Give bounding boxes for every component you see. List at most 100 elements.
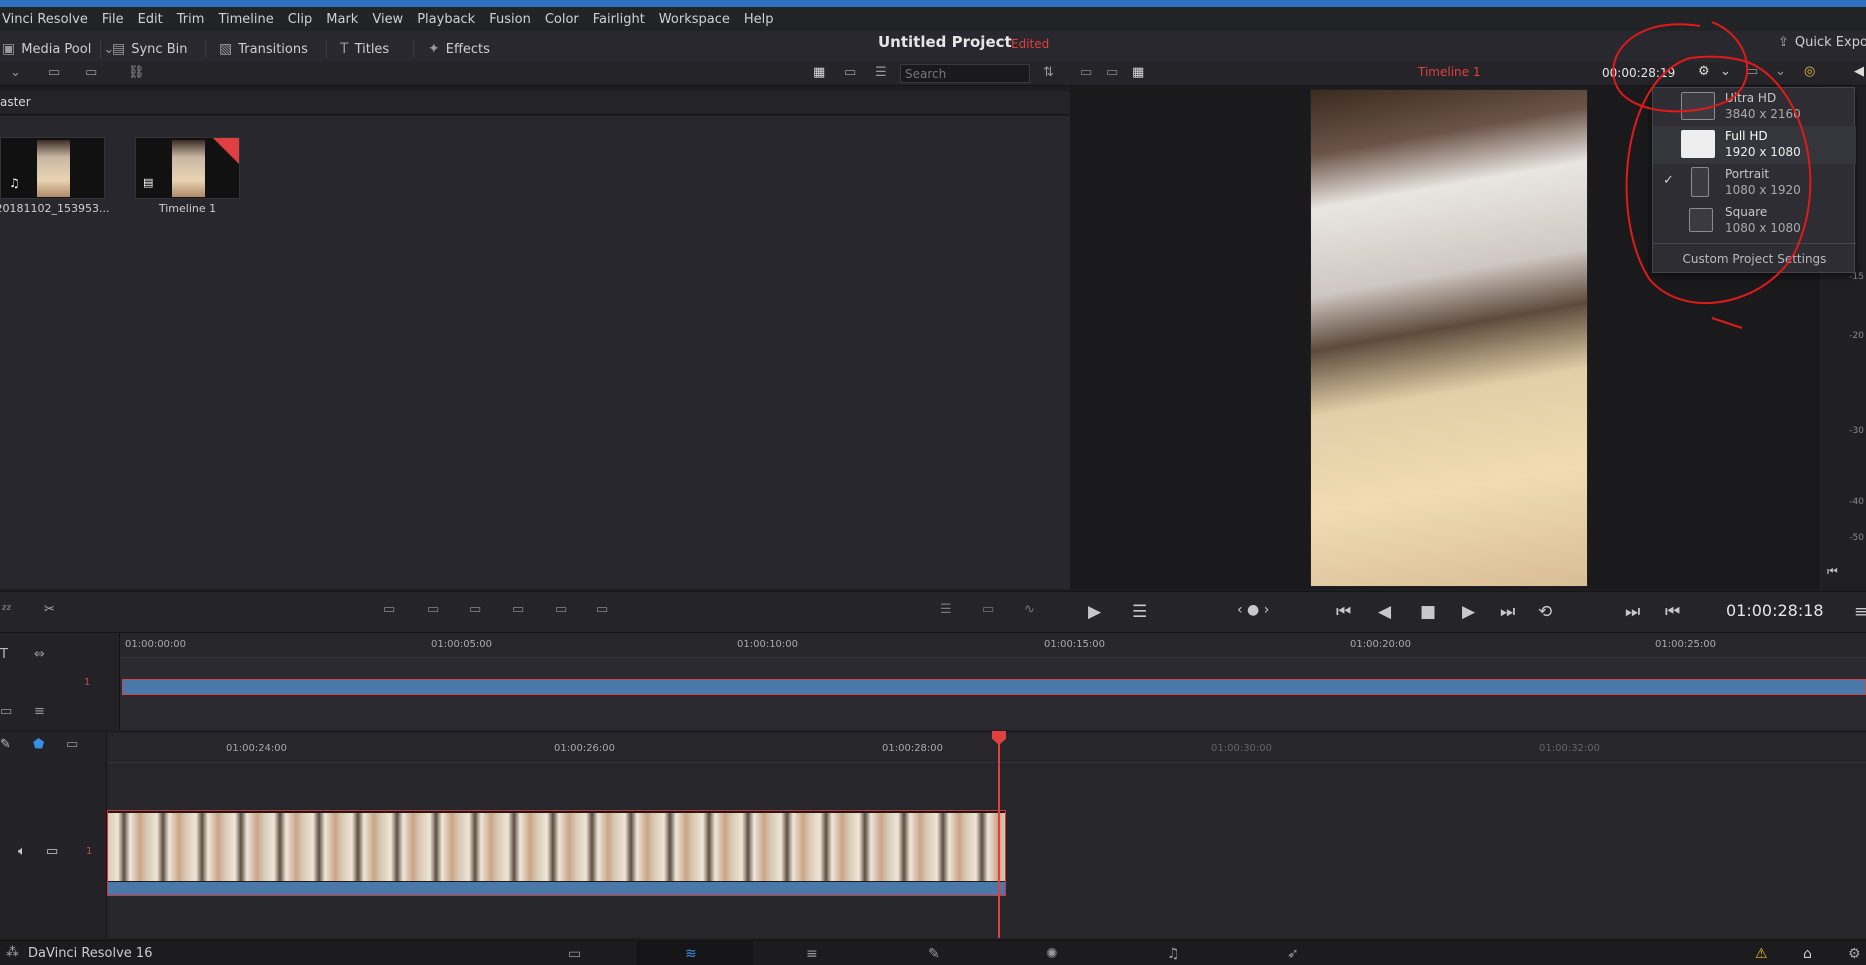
clip-icon[interactable]: ▭ [0, 704, 12, 719]
menu-workspace[interactable]: Workspace [659, 12, 730, 27]
stop-icon[interactable]: ■ [1420, 602, 1436, 622]
new-timeline-icon[interactable]: ▭ [85, 65, 97, 80]
jog-control-icon[interactable]: ‹ ● › [1237, 602, 1269, 618]
viewer-mode-icon[interactable]: ▦ [1132, 65, 1144, 80]
skip-to-start-icon[interactable]: ⏮ [1336, 602, 1351, 622]
timeline-thumbnail[interactable]: ▤ [135, 137, 240, 199]
append-icon[interactable]: ▭ [555, 602, 567, 617]
menu-icon[interactable]: ≡ [1854, 602, 1866, 622]
ruler-label: 01:00:26:00 [554, 743, 616, 754]
menu-color[interactable]: Color [545, 12, 579, 27]
skip-to-end-icon[interactable]: ⏭ [1500, 602, 1515, 622]
lower-timeline-ruler[interactable]: 01:00:24:00 01:00:26:00 01:00:28:00 01:0… [107, 733, 1866, 763]
scissors-icon[interactable]: ✂ [44, 602, 55, 617]
place-on-top-icon[interactable]: ▭ [512, 602, 524, 617]
warning-icon[interactable]: ⚠ [1755, 946, 1768, 962]
color-icon[interactable]: ◎ [1804, 64, 1815, 79]
monitor-icon[interactable]: ▭ [1746, 64, 1758, 79]
gear-icon[interactable]: ⚙ [1848, 946, 1861, 962]
edit-toolbar: ᶻᶻ ✂ ▭ ▭ ▭ ▭ ▭ ▭ ☰ ▭ ∿ [0, 591, 1070, 633]
resolution-option-square[interactable]: Square 1080 x 1080 [1653, 202, 1856, 240]
chevron-down-icon[interactable]: ⌄ [10, 65, 21, 80]
menu-file[interactable]: File [102, 12, 124, 27]
menu-fairlight[interactable]: Fairlight [593, 12, 645, 27]
previous-edit-icon[interactable]: ⏮ [1665, 602, 1680, 622]
speaker-icon[interactable]: ◀ [1854, 64, 1864, 79]
play-mode-icon[interactable]: ▶ [1088, 602, 1101, 622]
fairlight-page-icon[interactable]: ♫ [1167, 946, 1180, 962]
video-clip[interactable] [107, 810, 1006, 896]
color-page-icon[interactable]: ✺ [1046, 946, 1058, 962]
grid-view-icon[interactable]: ▦ [813, 65, 825, 80]
menu-trim[interactable]: Trim [177, 12, 205, 27]
resolution-icon[interactable]: ⚙ [1698, 64, 1710, 79]
lines-icon[interactable]: ≡ [34, 704, 45, 719]
menu-bar: Vinci Resolve File Edit Trim Timeline Cl… [0, 7, 1866, 31]
fusion-page-icon[interactable]: ✎ [928, 946, 940, 962]
text-tool-icon[interactable]: T [0, 647, 8, 662]
menu-help[interactable]: Help [744, 12, 774, 27]
zoom-icon[interactable]: ▭ [66, 737, 78, 752]
home-icon[interactable]: ⌂ [1803, 946, 1812, 962]
menu-playback[interactable]: Playback [417, 12, 475, 27]
menu-clip[interactable]: Clip [288, 12, 313, 27]
chevron-down-icon[interactable]: ⌄ [1775, 64, 1786, 79]
quick-export-button[interactable]: ⇪ Quick Expo [1778, 35, 1866, 50]
insert-icon[interactable]: ▭ [383, 602, 395, 617]
replace-icon[interactable]: ▭ [469, 602, 481, 617]
sync-bin-icon: ▤ [112, 41, 126, 57]
clip-thumbnail[interactable]: ♫ [0, 137, 105, 199]
viewer-mode-icon[interactable]: ▭ [1106, 65, 1118, 80]
playhead[interactable] [998, 733, 1000, 938]
snooze-icon[interactable]: ᶻᶻ [2, 603, 12, 618]
resolution-option-portrait[interactable]: ✓ Portrait 1080 x 1920 [1653, 164, 1856, 202]
ruler-label: 01:00:24:00 [226, 743, 288, 754]
marker-icon[interactable]: ⬟ [33, 737, 44, 752]
deliver-page-icon[interactable]: ➶ [1287, 946, 1299, 962]
settings-sliders-icon[interactable]: ☰ [1132, 602, 1147, 622]
menu-timeline[interactable]: Timeline [218, 12, 273, 27]
edit-page-icon[interactable]: ≡ [806, 946, 818, 962]
media-page-icon[interactable]: ▭ [568, 946, 581, 962]
trim-icon[interactable]: ⇔ [34, 647, 45, 662]
sort-icon[interactable]: ⇅ [1043, 65, 1054, 80]
track-number: 1 [84, 677, 91, 688]
option-name: Square [1725, 205, 1768, 219]
skip-to-start-icon[interactable]: ⏮ [1827, 564, 1838, 579]
overwrite-icon[interactable]: ▭ [427, 602, 439, 617]
link-icon[interactable]: ⛓ [128, 65, 145, 80]
image-icon[interactable]: ▭ [982, 602, 994, 617]
monitor-icon[interactable]: ▭ [46, 844, 58, 859]
list-icon[interactable]: ☰ [940, 602, 952, 617]
bin-name[interactable]: aster [0, 95, 31, 109]
chevron-down-icon[interactable]: ⌄ [1720, 64, 1731, 79]
divider [100, 40, 101, 58]
resolution-option-ultra-hd[interactable]: Ultra HD 3840 x 2160 [1653, 88, 1856, 126]
custom-project-settings-item[interactable]: Custom Project Settings [1653, 243, 1856, 273]
menu-view[interactable]: View [372, 12, 403, 27]
track-number: 1 [86, 846, 93, 857]
ripple-icon[interactable]: ▭ [596, 602, 608, 617]
play-reverse-icon[interactable]: ◀ [1378, 602, 1391, 622]
viewer-mode-icon[interactable]: ▭ [1080, 65, 1092, 80]
menu-mark[interactable]: Mark [326, 12, 358, 27]
media-pool-search-input[interactable] [900, 64, 1030, 83]
upper-timeline-ruler[interactable]: 01:00:00:00 01:00:05:00 01:00:10:00 01:0… [120, 633, 1866, 658]
loop-icon[interactable]: ⟲ [1538, 602, 1552, 622]
list-view-icon[interactable]: ☰ [875, 65, 887, 80]
resolution-option-full-hd[interactable]: Full HD 1920 x 1080 [1653, 126, 1856, 164]
wrench-icon[interactable]: ✎ [0, 737, 11, 752]
cut-page-icon[interactable]: ≋ [685, 946, 697, 962]
upper-timeline-clip[interactable] [122, 679, 1866, 695]
speaker-icon[interactable]: 🔈︎ [18, 844, 26, 859]
menu-app[interactable]: Vinci Resolve [2, 12, 88, 27]
play-icon[interactable]: ▶ [1462, 602, 1475, 622]
menu-edit[interactable]: Edit [138, 12, 163, 27]
waveform-icon[interactable]: ∿ [1024, 602, 1035, 617]
new-bin-icon[interactable]: ▭ [48, 65, 60, 80]
thumbnail-view-icon[interactable]: ▭ [844, 65, 856, 80]
clip-audio-bar [108, 882, 1005, 895]
next-edit-icon[interactable]: ⏭ [1625, 602, 1640, 622]
menu-fusion[interactable]: Fusion [489, 12, 531, 27]
video-frame [1310, 89, 1588, 587]
